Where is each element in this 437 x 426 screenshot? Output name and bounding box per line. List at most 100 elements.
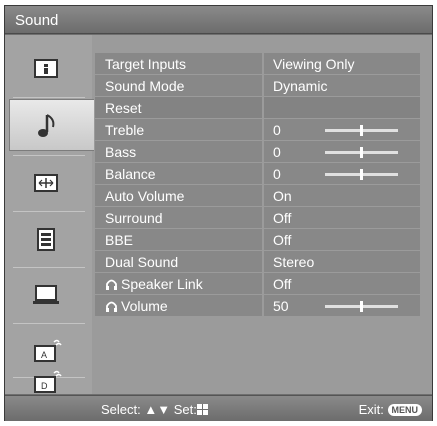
setting-label-text: Reset [105,100,142,116]
settings-row[interactable]: BBE Off [95,229,420,251]
slider-knob[interactable] [360,125,363,136]
sidebar-divider [13,323,85,324]
column-divider [262,251,264,273]
setting-label: Speaker Link [105,276,203,292]
setting-label: Sound Mode [105,78,184,94]
setting-value: 0 [273,144,281,160]
column-divider [262,97,264,119]
setting-label: Volume [105,298,168,314]
setting-label-text: Target Inputs [105,56,186,72]
sidebar: A D [5,35,94,394]
screen-adjust-icon [34,174,58,192]
setting-value: Stereo [273,254,315,270]
menu-body: A D Target Inputs Viewing Only Sound Mode D… [5,35,432,394]
set-label: Set: [173,402,197,417]
settings-row[interactable]: Speaker Link Off [95,273,420,295]
svg-text:A: A [41,350,47,360]
setting-label-text: Surround [105,210,163,226]
setting-label-text: Volume [121,298,168,314]
level-slider[interactable] [325,169,398,180]
setting-value: Off [273,210,292,226]
digital-channel-icon: D [34,370,62,393]
sidebar-item-screen[interactable] [5,157,92,209]
sidebar-item-info[interactable] [5,43,92,95]
window-title: Sound [15,12,59,29]
setting-label: Treble [105,122,144,138]
sidebar-divider [13,211,85,212]
sidebar-divider [13,155,85,156]
column-divider [262,53,264,75]
sidebar-item-monitor[interactable] [5,269,92,321]
settings-list: Target Inputs Viewing Only Sound Mode Dynam… [95,53,420,317]
setting-label: Auto Volume [105,188,184,204]
settings-row[interactable]: Target Inputs Viewing Only [95,53,420,75]
select-label: Select: [101,402,141,417]
column-divider [262,295,264,317]
setup-list-icon [37,228,55,251]
setting-label-text: Sound Mode [105,78,185,94]
setting-value: 0 [273,166,281,182]
settings-row[interactable]: Bass 0 [95,141,420,163]
level-slider[interactable] [325,125,398,136]
headphone-icon [106,279,117,290]
column-divider [262,229,264,251]
column-divider [262,141,264,163]
setting-label: Target Inputs [105,56,186,72]
settings-row[interactable]: Sound Mode Dynamic [95,75,420,97]
settings-row[interactable]: Balance 0 [95,163,420,185]
setting-label: BBE [105,232,133,248]
level-slider[interactable] [325,301,398,312]
slider-knob[interactable] [360,169,363,180]
exit-hint: Exit: MENU [359,402,422,417]
info-icon [34,59,58,78]
setting-label-text: Bass [105,144,137,160]
navigation-hint: Select: ▲▼ Set: [101,402,208,417]
headphone-icon [106,301,117,312]
setting-label: Bass [105,144,136,160]
column-divider [262,75,264,97]
monitor-icon [33,285,59,304]
exit-label: Exit: [358,402,384,417]
analog-channel-icon: A [34,339,62,362]
arrow-down-icon: ▼ [157,402,171,417]
column-divider [262,185,264,207]
arrow-up-icon: ▲ [144,402,158,417]
level-slider[interactable] [325,147,398,158]
column-divider [262,163,264,185]
setting-value: 50 [273,298,289,314]
setting-label-text: Speaker Link [121,276,203,292]
setting-value: Off [273,276,292,292]
sidebar-item-sound[interactable] [9,99,94,151]
slider-knob[interactable] [360,147,363,158]
music-note-icon [38,114,55,137]
setting-label: Reset [105,100,142,116]
setting-label-text: Balance [105,166,156,182]
settings-row[interactable]: Treble 0 [95,119,420,141]
sidebar-item-setup[interactable] [5,213,92,265]
sidebar-divider [13,267,85,268]
title-bar: Sound [5,6,432,34]
menu-key-icon[interactable]: MENU [387,404,422,416]
setting-label: Dual Sound [105,254,178,270]
setting-label: Surround [105,210,163,226]
setting-label-text: Auto Volume [105,188,185,204]
setting-label-text: Dual Sound [105,254,179,270]
setting-value: Dynamic [273,78,328,94]
settings-row[interactable]: Surround Off [95,207,420,229]
sound-menu-window: Sound A D Target Inputs Viewing Only Sou… [4,5,433,421]
settings-row[interactable]: Auto Volume On [95,185,420,207]
column-divider [262,207,264,229]
footer-bar: Select: ▲▼ Set: Exit: MENU [5,395,432,421]
enter-button-icon [196,404,208,415]
svg-text:D: D [41,381,48,391]
slider-knob[interactable] [360,301,363,312]
setting-value: Off [273,232,292,248]
sidebar-divider [13,97,85,98]
settings-row[interactable]: Dual Sound Stereo [95,251,420,273]
setting-label: Balance [105,166,156,182]
settings-row[interactable]: Reset [95,97,420,119]
settings-row[interactable]: Volume 50 [95,295,420,317]
setting-value: 0 [273,122,281,138]
column-divider [262,273,264,295]
setting-value: On [273,188,292,204]
